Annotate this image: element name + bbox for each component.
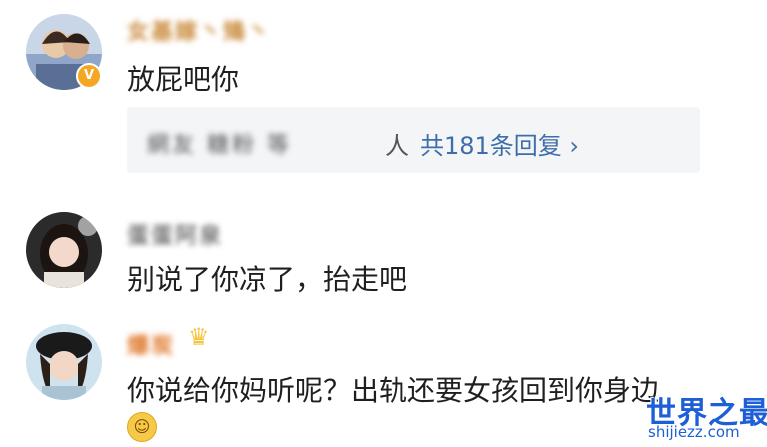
comment-3: 爆炭 ♛ 你说给你妈听呢？出轨还要女孩回到你身边 ☺ xyxy=(0,0,767,447)
avatar[interactable] xyxy=(26,324,102,400)
comment-text: 你说给你妈听呢？出轨还要女孩回到你身边 xyxy=(127,374,660,407)
member-crown-icon: ♛ xyxy=(188,323,210,351)
shy-face-emoji-icon: ☺ xyxy=(127,412,157,442)
watermark-domain: shijiezz.com xyxy=(648,423,740,441)
avatar-photo xyxy=(26,324,102,400)
username[interactable]: 爆炭 xyxy=(127,328,175,360)
